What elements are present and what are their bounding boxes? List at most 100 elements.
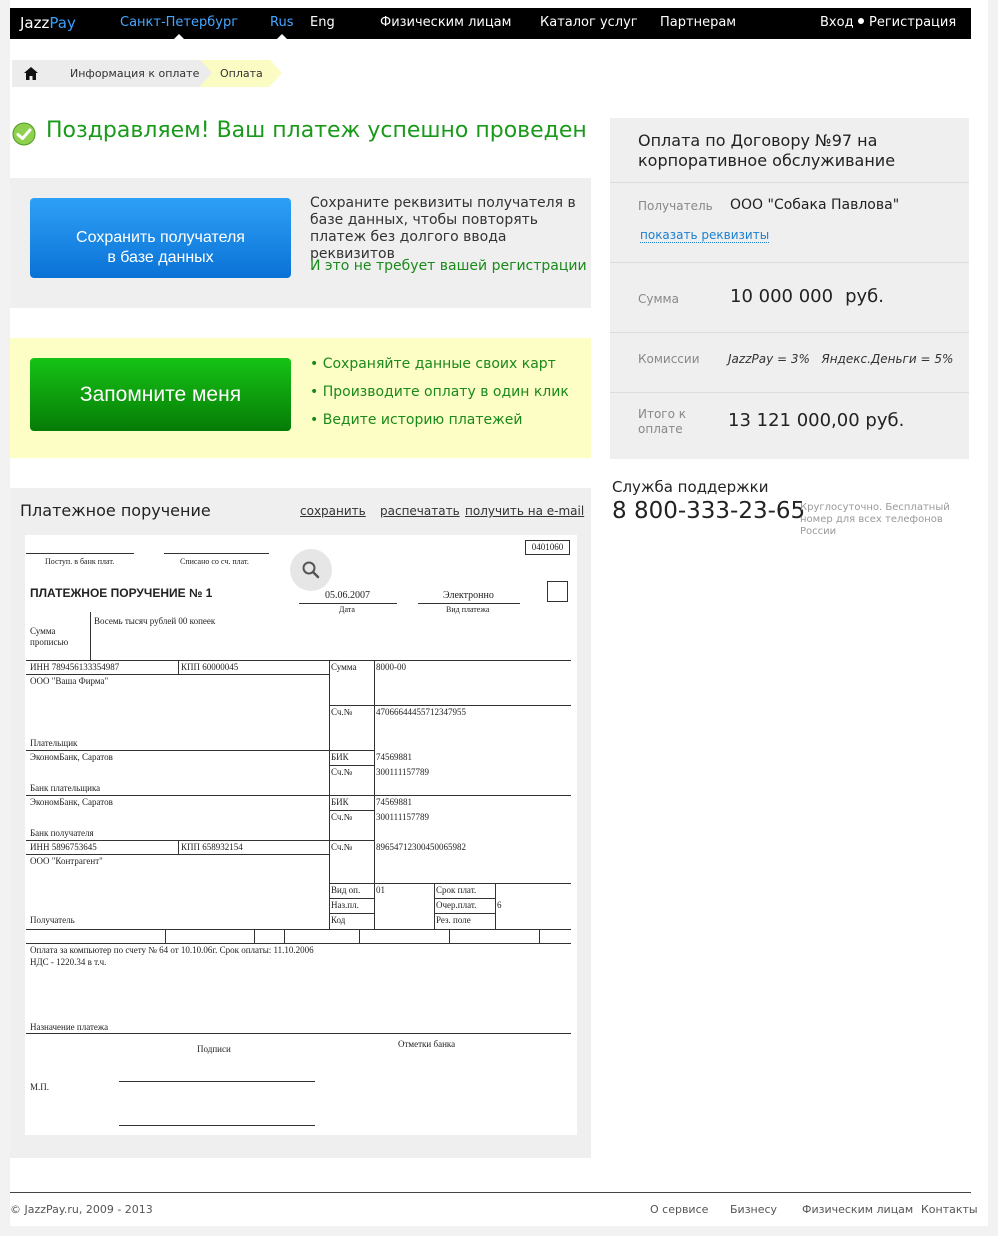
amount-label: Сумма <box>638 292 679 306</box>
lang-eng[interactable]: Eng <box>310 8 335 39</box>
divider <box>610 392 969 393</box>
copyright: © JazzPay.ru, 2009 - 2013 <box>10 1203 153 1216</box>
benefit-item: Сохраняйте данные своих карт <box>310 356 569 384</box>
benefit-item: Производите оплату в один клик <box>310 384 569 412</box>
code-label: Код <box>331 915 346 925</box>
breadcrumb-payment-info[interactable]: Информация к оплате <box>50 60 212 87</box>
divider <box>26 674 330 675</box>
priority-label: Очер.плат. <box>436 900 477 910</box>
signature-line <box>119 1081 315 1082</box>
logo[interactable]: JazzPay <box>20 8 76 39</box>
divider <box>26 1033 571 1034</box>
divider <box>178 660 179 674</box>
logo-jazz: Jazz <box>20 14 50 32</box>
save-recipient-panel: Сохранить получателя в базе данных Сохра… <box>10 178 591 308</box>
divider <box>329 765 374 766</box>
nav-catalog[interactable]: Каталог услуг <box>540 8 638 39</box>
commission-jazzpay: JazzPay = 3% <box>728 352 810 366</box>
divider <box>434 883 435 930</box>
divider <box>495 883 496 930</box>
home-icon <box>24 67 38 80</box>
purpose-label: Назначение платежа <box>30 1022 109 1032</box>
footer-link-about[interactable]: О сервисе <box>650 1203 708 1216</box>
recipient-name: ООО "Контрагент" <box>30 856 103 866</box>
login-link[interactable]: Вход <box>820 8 854 39</box>
benefits-list: Сохраняйте данные своих карт Производите… <box>310 356 569 440</box>
benefit-item: Ведите историю платежей <box>310 412 569 440</box>
payment-order-title: Платежное поручение <box>20 501 211 520</box>
remember-me-panel: Запомните меня Сохраняйте данные своих к… <box>10 338 591 458</box>
nav-partners[interactable]: Партнерам <box>660 8 736 39</box>
purpose-code-label: Наз.пл. <box>331 900 359 910</box>
payer-bank: ЭкономБанк, Саратов <box>30 752 113 762</box>
recipient-value: ООО "Собака Павлова" <box>730 197 900 213</box>
divider <box>329 883 571 884</box>
divider <box>90 612 91 660</box>
divider <box>434 913 495 914</box>
op-kind: 01 <box>376 885 385 895</box>
bullet-icon <box>858 18 864 24</box>
email-order-link[interactable]: получить на e-mail <box>465 504 584 518</box>
footer-divider <box>10 1192 971 1193</box>
commission-label: Комиссии <box>638 352 700 366</box>
payer-name: ООО "Ваша Фирма" <box>30 676 109 686</box>
support-title: Служба поддержки <box>612 478 769 496</box>
recipient-label: Получатель <box>30 915 75 925</box>
status-box <box>547 581 568 602</box>
top-navigation-bar: JazzPay Санкт-Петербург Rus Eng Физическ… <box>10 8 971 39</box>
amount-words-label: Сумма <box>30 626 56 636</box>
footer-link-contacts[interactable]: Контакты <box>921 1203 978 1216</box>
save-recipient-description: Сохраните реквизиты получателя в базе да… <box>310 195 576 262</box>
divider <box>329 913 374 914</box>
received-label: Поступ. в банк плат. <box>45 557 115 566</box>
show-details-link[interactable]: показать реквизиты <box>640 228 770 243</box>
support-phone[interactable]: 8 800-333-23-65 <box>612 498 805 524</box>
debited-line <box>164 553 269 554</box>
nav-individuals[interactable]: Физическим лицам <box>380 8 511 39</box>
lang-rus[interactable]: Rus <box>270 8 293 39</box>
due-label: Срок плат. <box>436 885 477 895</box>
support-note: Круглосуточно. Бесплатный номер для всех… <box>800 502 950 537</box>
divider <box>26 795 571 796</box>
op-kind-label: Вид оп. <box>331 885 361 895</box>
divider <box>434 898 495 899</box>
success-text: Поздравляем! Ваш платеж успешно проведен <box>46 118 587 143</box>
signature-line <box>119 1125 315 1126</box>
divider <box>539 929 540 943</box>
divider <box>26 854 330 855</box>
footer-link-business[interactable]: Бизнесу <box>730 1203 777 1216</box>
date-line <box>299 603 397 604</box>
total-label: Итого к оплате <box>638 407 686 437</box>
breadcrumb-home[interactable] <box>12 60 50 87</box>
payer-account: 47066644455712347955 <box>376 707 466 717</box>
total-value: 13 121 000,00 руб. <box>728 410 905 431</box>
recipient-inn: ИНН 5896753645 <box>30 842 97 852</box>
payment-kind-line <box>418 603 520 604</box>
amount-number: 10 000 000 <box>730 286 834 307</box>
divider <box>329 810 374 811</box>
divider <box>449 929 450 943</box>
recipient-bank-acc-label: Сч.№ <box>331 812 353 822</box>
payer-bank-acc-label: Сч.№ <box>331 767 353 777</box>
divider <box>329 898 374 899</box>
payer-kpp: КПП 60000045 <box>181 662 239 672</box>
order-date: 05.06.2007 <box>325 590 370 601</box>
payer-bank-label: Банк плательщика <box>30 783 101 793</box>
footer-link-individuals[interactable]: Физическим лицам <box>802 1203 913 1216</box>
payment-order-document: Поступ. в банк плат. Списано со сч. плат… <box>25 535 577 1135</box>
payment-kind: Электронно <box>443 590 494 601</box>
save-order-link[interactable]: сохранить <box>300 504 366 518</box>
save-recipient-button[interactable]: Сохранить получателя в базе данных <box>30 198 291 278</box>
divider <box>26 943 571 944</box>
register-link[interactable]: Регистрация <box>858 8 956 39</box>
divider <box>165 929 166 943</box>
city-selector[interactable]: Санкт-Петербург <box>120 8 238 39</box>
zoom-button[interactable] <box>290 549 332 591</box>
recipient-label: Получатель <box>638 199 713 213</box>
remember-me-button[interactable]: Запомните меня <box>30 358 291 431</box>
received-line <box>26 553 134 554</box>
register-label: Регистрация <box>869 15 957 30</box>
save-recipient-line2: в базе данных <box>107 248 214 266</box>
print-order-link[interactable]: распечатать <box>380 504 460 518</box>
divider <box>26 660 571 661</box>
